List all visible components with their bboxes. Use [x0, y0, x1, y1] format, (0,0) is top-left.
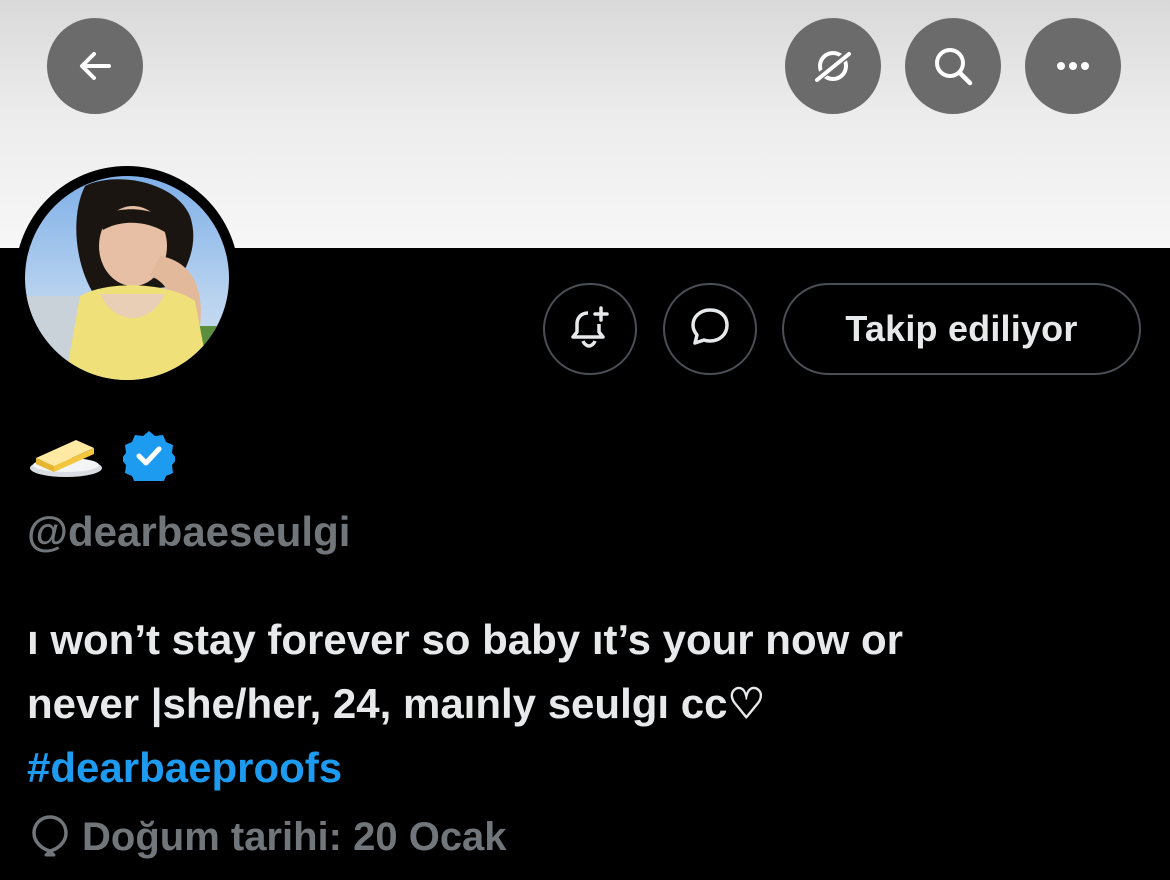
more-button[interactable] [1025, 18, 1121, 114]
more-icon [1049, 42, 1097, 90]
bio-line-2: never |she/her, 24, maınly seulgı cc♡ [27, 680, 766, 727]
username-handle: @dearbaeseulgi [27, 508, 351, 555]
following-button[interactable]: Takip ediliyor [782, 283, 1141, 375]
search-button[interactable] [905, 18, 1001, 114]
display-name: 🧈 [28, 432, 104, 480]
arrow-left-icon [75, 46, 115, 86]
butter-icon [30, 440, 102, 477]
bio-line-1: ı won’t stay forever so baby ıt’s your n… [27, 616, 903, 663]
balloon-icon [30, 814, 70, 860]
back-button[interactable] [47, 18, 143, 114]
following-button-label: Takip ediliyor [845, 308, 1078, 349]
avatar[interactable] [25, 176, 229, 380]
mute-button[interactable] [785, 18, 881, 114]
notify-button[interactable] [543, 283, 637, 375]
birthday-text: Doğum tarihi: 20 Ocak [82, 814, 507, 859]
search-icon [929, 42, 977, 90]
verified-badge-icon[interactable] [121, 429, 177, 487]
message-bubble-icon [688, 305, 732, 354]
mute-off-icon [809, 42, 857, 90]
birthday-info: Doğum tarihi: 20 Ocak [30, 814, 507, 860]
bio: ı won’t stay forever so baby ıt’s your n… [27, 608, 1137, 800]
bio-hashtag-link[interactable]: #dearbaeproofs [27, 736, 1137, 800]
bell-plus-icon [568, 305, 612, 354]
message-button[interactable] [663, 283, 757, 375]
